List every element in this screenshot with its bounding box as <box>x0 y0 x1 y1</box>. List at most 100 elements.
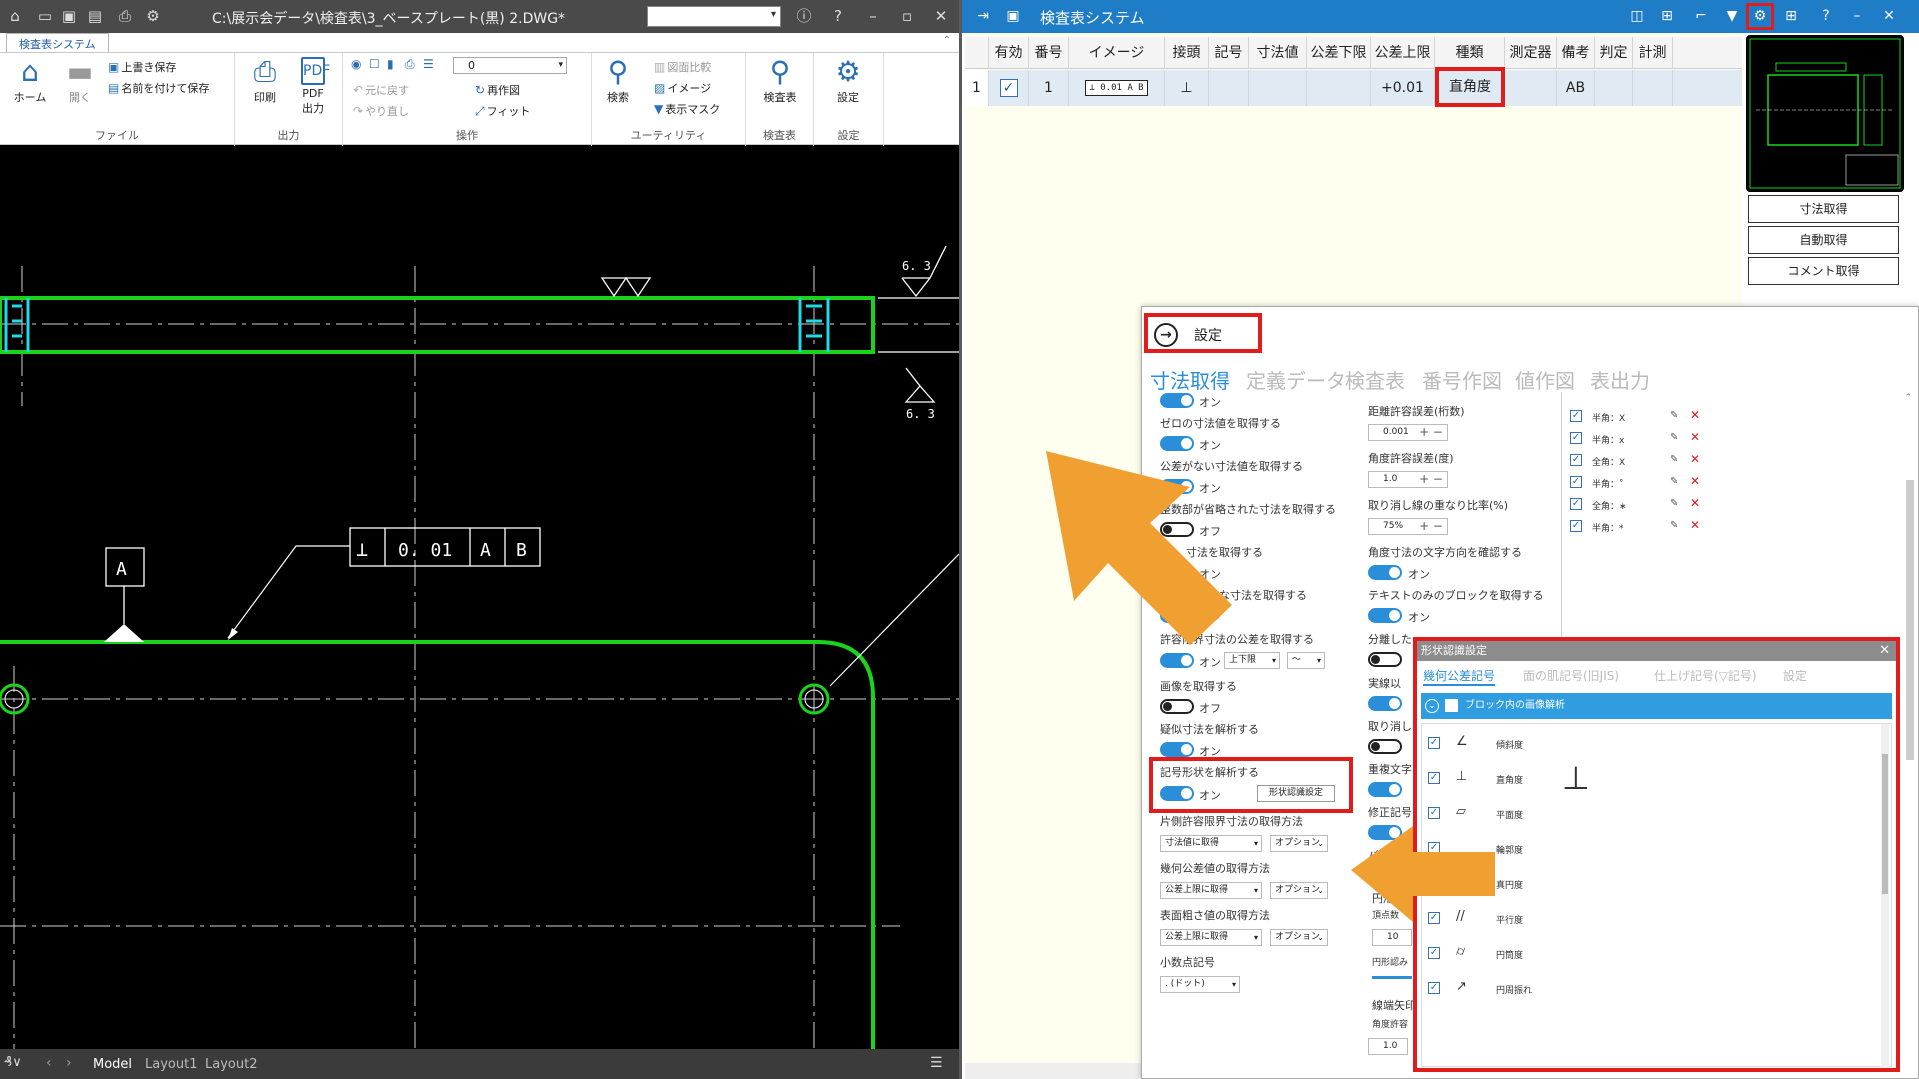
help-icon[interactable]: ? <box>1815 6 1837 27</box>
scroll-thumb[interactable] <box>1882 754 1888 894</box>
col-judge[interactable]: 判定 <box>1595 37 1633 69</box>
tab-definition-data[interactable]: 定義データ <box>1246 365 1346 394</box>
image-analysis-bar[interactable]: ⌄ ブロック内の画像解析 <box>1421 693 1892 719</box>
lock-icon[interactable]: ▮ <box>387 57 394 71</box>
edit-icon[interactable]: ✎ <box>1670 432 1678 443</box>
drawing-canvas[interactable]: 6. 3 6. 3 A ⊥ 0. 01 A B <box>0 146 959 1049</box>
pdf-button[interactable]: PDF PDF 出力 <box>293 57 333 116</box>
open-button[interactable]: ▬ 開く <box>62 57 98 105</box>
col-symbol[interactable]: 記号 <box>1209 37 1249 69</box>
save-as-icon[interactable]: ▤ <box>86 7 104 25</box>
instrument-cell[interactable] <box>1505 70 1557 106</box>
maximize-icon[interactable]: ▫ <box>898 7 916 25</box>
tab-geo-symbol[interactable]: 幾何公差記号 <box>1423 667 1496 686</box>
geo-option[interactable]: オプション ⌄ <box>1270 882 1328 899</box>
symbol-cell[interactable] <box>1209 70 1249 106</box>
tol-select-2[interactable]: ～ ▾ <box>1287 652 1325 669</box>
compare-button[interactable]: ▥ 図面比較 <box>654 59 711 75</box>
fit-button[interactable]: ⤢ フィット <box>475 103 530 119</box>
tab-value-draw[interactable]: 値作図 <box>1515 365 1575 394</box>
col-prefix[interactable]: 接頭 <box>1165 37 1209 69</box>
check-icon[interactable]: ✓ <box>1570 476 1582 488</box>
minimize-icon[interactable]: – <box>864 7 882 25</box>
settings-header[interactable]: → 設定 <box>1144 313 1262 353</box>
settings-scrollbar[interactable] <box>1906 480 1914 760</box>
check-icon[interactable]: ✓ <box>999 79 1018 97</box>
shape-settings-button[interactable]: 形状認識設定 <box>1257 785 1335 802</box>
tol-high-cell[interactable]: +0.01 <box>1371 70 1435 106</box>
check-icon[interactable]: ✓ <box>1570 520 1582 532</box>
save-icon[interactable]: ▣ <box>1002 6 1024 27</box>
tab-inspection-system[interactable]: 検査表システム <box>6 33 109 52</box>
delete-icon[interactable]: ✕ <box>1690 430 1700 444</box>
col-instrument[interactable]: 測定器 <box>1505 37 1557 69</box>
col-note[interactable]: 備考 <box>1557 37 1595 69</box>
get-dimensions-button[interactable]: 寸法取得 <box>1748 195 1899 223</box>
table-row[interactable]: 1 ✓ 1 ⊥ 0.01 A B ⊥ +0.01 直角度 AB <box>965 67 1743 107</box>
col-measure[interactable]: 計測 <box>1633 37 1673 69</box>
settings-button[interactable]: ⚙ 設定 <box>828 57 868 105</box>
toggle-symbol-shape[interactable] <box>1160 786 1194 801</box>
type-cell[interactable]: 直角度 <box>1435 67 1505 107</box>
edit-icon[interactable]: ✎ <box>1670 454 1678 465</box>
tab-model[interactable]: Model <box>93 1057 132 1072</box>
col-tol-low[interactable]: 公差下限 <box>1307 37 1371 69</box>
drawing-thumbnail[interactable] <box>1746 35 1904 192</box>
ang-tol-input[interactable]: 1.0 + − <box>1368 471 1448 488</box>
toggle-option-0[interactable] <box>1160 393 1194 408</box>
check-icon[interactable]: ✓ <box>1428 982 1440 994</box>
grid-icon[interactable]: ⊞ <box>1656 6 1678 27</box>
search-button[interactable]: ⚲ 検索 <box>600 57 636 105</box>
lines-icon[interactable]: ☰ <box>423 57 434 71</box>
delete-icon[interactable]: ✕ <box>1690 452 1700 466</box>
layer-combo[interactable]: 0 ▾ <box>453 57 567 74</box>
close-icon[interactable]: ✕ <box>932 7 950 25</box>
check-icon[interactable]: ✓ <box>1428 807 1440 819</box>
tab-dialog-settings[interactable]: 設定 <box>1783 667 1807 684</box>
minimize-icon[interactable]: – <box>1846 6 1868 27</box>
eye-icon[interactable]: ◉ <box>351 57 361 71</box>
toggle-get-image[interactable] <box>1160 699 1194 714</box>
home-button[interactable]: ⌂ ホーム <box>10 57 50 105</box>
plus-minus-icon[interactable]: + − <box>1419 519 1443 534</box>
tab-number-draw[interactable]: 番号作図 <box>1422 365 1502 394</box>
tab-layout1[interactable]: Layout1 <box>145 1057 197 1072</box>
one-side-option[interactable]: オプション ⌄ <box>1270 835 1328 852</box>
undo-button[interactable]: ↶ 元に戻す <box>353 82 409 98</box>
print-icon[interactable]: ⎙ <box>116 7 134 25</box>
help-icon[interactable]: ? <box>829 7 847 25</box>
folder-icon[interactable]: ▭ <box>36 7 54 25</box>
display-mask-button[interactable]: ▼ 表示マスク <box>654 101 720 117</box>
delete-icon[interactable]: ✕ <box>1690 518 1700 532</box>
info-icon[interactable]: ⓘ <box>795 7 813 25</box>
edit-icon[interactable]: ✎ <box>1670 410 1678 421</box>
edit-icon[interactable]: ✎ <box>1670 498 1678 509</box>
square-icon[interactable]: ☐ <box>369 57 380 71</box>
rough-select[interactable]: 公差上限に取得 ▾ <box>1160 929 1262 946</box>
vertex-input[interactable]: 10 <box>1372 929 1412 946</box>
tab-layout2[interactable]: Layout2 <box>205 1057 257 1072</box>
check-icon[interactable]: ✓ <box>1428 947 1440 959</box>
toggle-pseudo-dim[interactable] <box>1160 742 1194 757</box>
toggle-limit-tol[interactable] <box>1160 653 1194 668</box>
check-icon[interactable]: ✓ <box>1570 498 1582 510</box>
dialog-scrollbar[interactable] <box>1881 724 1889 1068</box>
check-icon[interactable]: ✓ <box>1428 737 1440 749</box>
close-icon[interactable]: ✕ <box>1878 6 1900 27</box>
check-icon[interactable]: ✓ <box>1570 454 1582 466</box>
toggle-angle-dir[interactable] <box>1368 565 1402 580</box>
plus-minus-icon[interactable]: + − <box>1419 425 1443 440</box>
enabled-cell[interactable]: ✓ <box>989 70 1029 106</box>
edit-icon[interactable]: ✎ <box>1670 476 1678 487</box>
columns-icon[interactable]: ◫ <box>1626 6 1648 27</box>
print-button[interactable]: ⎙ 印刷 <box>247 57 283 105</box>
tab-finish-symbol[interactable]: 仕上げ記号(▽記号) <box>1654 667 1757 684</box>
col-image[interactable]: イメージ <box>1069 37 1165 69</box>
geo-select[interactable]: 公差上限に取得 ▾ <box>1160 882 1262 899</box>
measure-cell[interactable] <box>1633 70 1673 106</box>
image-button[interactable]: ▨ イメージ <box>654 80 711 96</box>
dist-tol-input[interactable]: 0.001 + − <box>1368 424 1448 441</box>
number-cell[interactable]: 1 <box>1029 70 1069 106</box>
delete-icon[interactable]: ✕ <box>1690 496 1700 510</box>
inspection-table-button[interactable]: ⚲ 検査表 <box>758 57 802 105</box>
